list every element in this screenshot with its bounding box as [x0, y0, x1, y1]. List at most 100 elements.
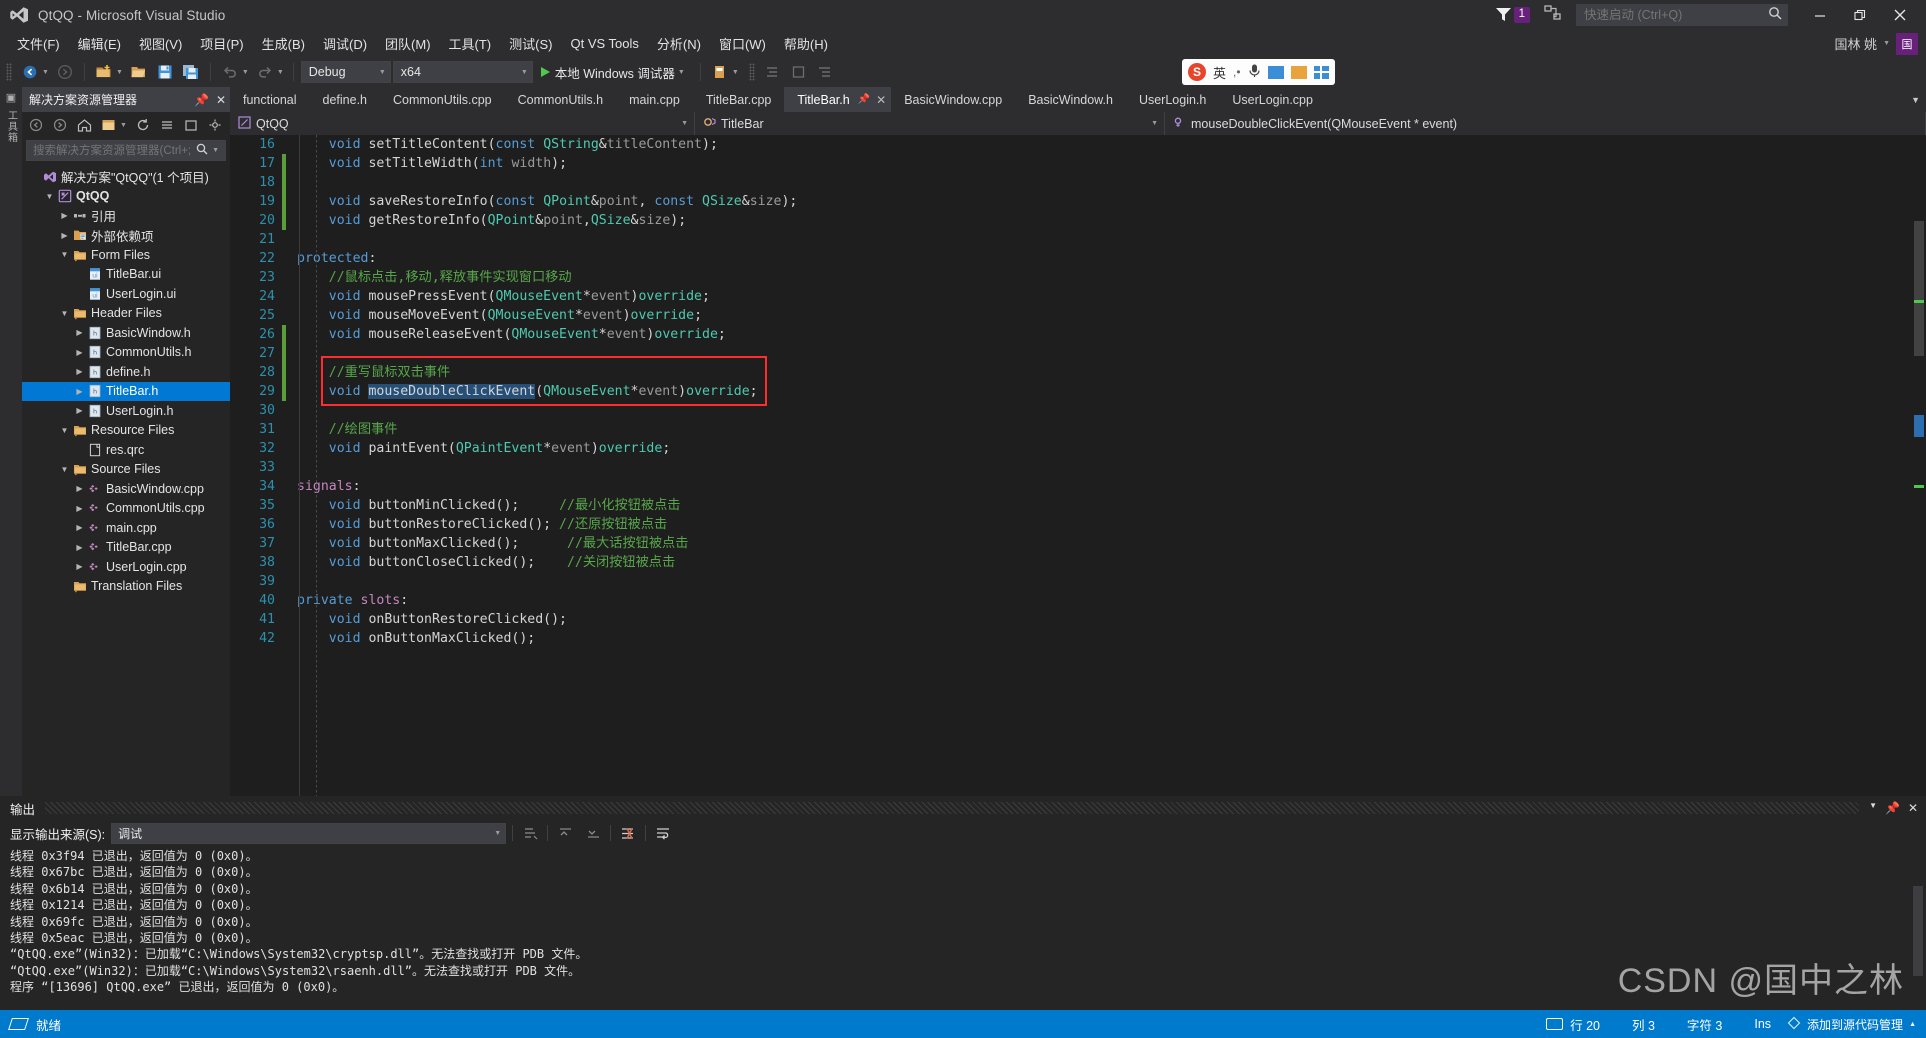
output-source-combo[interactable]: 调试 ▼	[111, 822, 507, 844]
twisty-collapsed-icon[interactable]: ▶	[73, 367, 86, 376]
back-icon[interactable]	[26, 115, 46, 135]
find-message-icon[interactable]	[519, 823, 541, 843]
code-line[interactable]: //鼠标点击,移动,释放事件实现窗口移动	[297, 268, 1910, 287]
menu-help[interactable]: 帮助(H)	[775, 30, 837, 57]
chevron-down-icon[interactable]: ▼	[1141, 120, 1158, 127]
tree-item[interactable]: ▶ TitleBar.cpp	[22, 538, 230, 558]
redo-icon[interactable]	[253, 60, 277, 84]
code-line[interactable]: void onButtonRestoreClicked();	[297, 610, 1910, 629]
new-project-dropdown-icon[interactable]: ▼	[116, 69, 123, 76]
close-button[interactable]	[1880, 1, 1920, 29]
send-feedback-icon[interactable]	[1544, 4, 1562, 26]
sogou-logo-icon[interactable]: S	[1188, 63, 1206, 81]
code-line[interactable]: void onButtonMaxClicked();	[297, 629, 1910, 648]
code-line[interactable]: private slots:	[297, 591, 1910, 610]
navigate-forward-icon[interactable]	[53, 60, 77, 84]
menu-build[interactable]: 生成(B)	[253, 30, 314, 57]
new-project-icon[interactable]	[92, 60, 116, 84]
chevron-down-icon[interactable]: ▼	[513, 69, 528, 76]
twisty-collapsed-icon[interactable]: ▶	[73, 348, 86, 357]
menu-window[interactable]: 窗口(W)	[710, 30, 775, 57]
code-line[interactable]	[297, 572, 1910, 591]
home-icon[interactable]	[74, 115, 94, 135]
code-line[interactable]: void setTitleContent(const QString&title…	[297, 135, 1910, 154]
chevron-down-icon[interactable]: ▼	[120, 122, 127, 129]
start-debugging-button[interactable]: 本地 Windows 调试器 ▼	[535, 63, 693, 82]
chevron-up-icon[interactable]: ▲	[1909, 1021, 1916, 1028]
tree-item[interactable]: ▼ Resource Files	[22, 421, 230, 441]
tree-item[interactable]: ▶ 外部依赖项	[22, 226, 230, 246]
menu-file[interactable]: 文件(F)	[8, 30, 69, 57]
tree-item[interactable]: ▶ main.cpp	[22, 518, 230, 538]
document-tab-strip[interactable]: functional define.h CommonUtils.cpp CommonU…	[230, 87, 1926, 112]
output-scrollbar-thumb[interactable]	[1913, 886, 1923, 976]
tree-item[interactable]: ▼ QtQQ	[22, 187, 230, 207]
code-line[interactable]: void buttonMinClicked(); //最小化按钮被点击	[297, 496, 1910, 515]
clear-all-icon[interactable]	[617, 823, 639, 843]
code-line[interactable]: void saveRestoreInfo(const QPoint&point,…	[297, 192, 1910, 211]
document-tab[interactable]: BasicWindow.cpp	[891, 87, 1015, 112]
twisty-collapsed-icon[interactable]: ▶	[73, 406, 86, 415]
tree-item[interactable]: res.qrc	[22, 440, 230, 460]
menu-analyze[interactable]: 分析(N)	[648, 30, 710, 57]
undo-dropdown-icon[interactable]: ▼	[242, 69, 249, 76]
ime-keyboard-icon[interactable]	[1267, 65, 1284, 79]
code-line[interactable]: void setTitleWidth(int width);	[297, 154, 1910, 173]
minimize-button[interactable]	[1800, 1, 1840, 29]
document-tab[interactable]: TitleBar.cpp	[693, 87, 785, 112]
twisty-expanded-icon[interactable]: ▼	[58, 426, 71, 435]
solution-explorer-search[interactable]: ▼	[26, 140, 226, 161]
nav-class-combo[interactable]: TitleBar ▼	[695, 112, 1165, 135]
properties-icon[interactable]	[205, 115, 225, 135]
pin-icon[interactable]: 📌	[858, 94, 870, 105]
chevron-down-icon[interactable]: ▼	[494, 830, 501, 837]
menu-debug[interactable]: 调试(D)	[314, 30, 376, 57]
twisty-collapsed-icon[interactable]: ▶	[58, 211, 71, 220]
twisty-collapsed-icon[interactable]: ▶	[73, 328, 86, 337]
code-line[interactable]: void mouseReleaseEvent(QMouseEvent*event…	[297, 325, 1910, 344]
chevron-down-icon[interactable]: ▼	[371, 69, 386, 76]
navigate-backward-icon[interactable]	[18, 60, 42, 84]
twisty-expanded-icon[interactable]: ▼	[58, 250, 71, 259]
document-tab[interactable]: UserLogin.h	[1126, 87, 1219, 112]
twisty-collapsed-icon[interactable]: ▶	[73, 543, 86, 552]
code-line[interactable]: void buttonCloseClicked(); //关闭按钮被点击	[297, 553, 1910, 572]
document-tab[interactable]: BasicWindow.h	[1015, 87, 1126, 112]
sidebar-item-toolbox[interactable]: 工具箱	[4, 104, 19, 149]
twisty-collapsed-icon[interactable]: ▶	[73, 523, 86, 532]
tree-item[interactable]: ▶ h BasicWindow.h	[22, 323, 230, 343]
uncomment-icon[interactable]	[787, 60, 811, 84]
menu-test[interactable]: 测试(S)	[500, 30, 561, 57]
code-line[interactable]	[297, 344, 1910, 363]
refresh-icon[interactable]	[133, 115, 153, 135]
toolbar-grip[interactable]	[6, 63, 12, 81]
backward-dropdown-icon[interactable]: ▼	[42, 69, 49, 76]
tree-item[interactable]: ▶ UserLogin.cpp	[22, 557, 230, 577]
pin-icon[interactable]: 📌	[1885, 801, 1900, 815]
code-line[interactable]	[297, 401, 1910, 420]
twisty-collapsed-icon[interactable]: ▶	[58, 231, 71, 240]
tree-item[interactable]: ▶ BasicWindow.cpp	[22, 479, 230, 499]
chevron-down-icon[interactable]: ▼	[1869, 801, 1877, 815]
twisty-collapsed-icon[interactable]: ▶	[73, 504, 86, 513]
tree-item[interactable]: ▶ 引用	[22, 206, 230, 226]
twisty-expanded-icon[interactable]: ▼	[43, 192, 56, 201]
document-tab[interactable]: TitleBar.h 📌 ✕	[784, 87, 892, 112]
search-input[interactable]	[31, 143, 197, 158]
twisty-collapsed-icon[interactable]: ▶	[73, 484, 86, 493]
document-tab[interactable]: functional	[230, 87, 310, 112]
twisty-expanded-icon[interactable]: ▼	[58, 465, 71, 474]
show-all-files-icon[interactable]	[181, 115, 201, 135]
forward-icon[interactable]	[50, 115, 70, 135]
chevron-down-icon[interactable]: ▼	[732, 69, 739, 76]
notifications[interactable]: 1	[1495, 7, 1530, 23]
nav-project-combo[interactable]: QtQQ ▼	[230, 112, 695, 135]
tree-item[interactable]: ▶ h TitleBar.h	[22, 381, 230, 401]
document-tab[interactable]: define.h	[310, 87, 380, 112]
toolbox-pin-icon[interactable]: ▣	[6, 91, 16, 104]
code-line[interactable]: //绘图事件	[297, 420, 1910, 439]
ime-microphone-icon[interactable]	[1248, 63, 1261, 81]
menu-edit[interactable]: 编辑(E)	[69, 30, 130, 57]
tab-list-chevron-icon[interactable]: ▼	[1911, 95, 1920, 105]
menu-view[interactable]: 视图(V)	[130, 30, 191, 57]
